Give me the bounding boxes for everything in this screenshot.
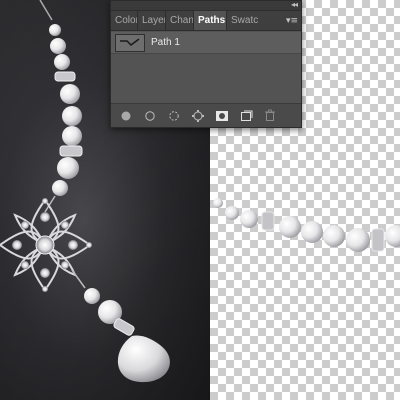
tab-channels[interactable]: Chan: [166, 11, 194, 30]
panel-menu-icon[interactable]: ▾≡: [285, 11, 299, 31]
tab-layers[interactable]: Layer: [138, 11, 166, 30]
panel-footer-toolbar: [111, 103, 301, 127]
fill-path-icon[interactable]: [114, 105, 138, 127]
path-thumbnail: [115, 33, 145, 52]
path-name-label: Path 1: [151, 37, 180, 48]
tab-color[interactable]: Color: [111, 11, 138, 30]
path-list-item[interactable]: Path 1: [111, 32, 301, 54]
path-shape-icon: [120, 37, 140, 46]
load-selection-icon[interactable]: [162, 105, 186, 127]
panel-tabs: Color Layer Chan Paths Swatc ▾≡: [111, 11, 301, 31]
make-work-path-icon[interactable]: [186, 105, 210, 127]
paths-panel: ◂◂ Color Layer Chan Paths Swatc ▾≡ Path …: [110, 0, 302, 128]
tab-paths[interactable]: Paths: [194, 11, 227, 30]
trash-icon[interactable]: [258, 105, 282, 127]
panel-title-bar[interactable]: ◂◂: [111, 0, 301, 11]
stroke-path-icon[interactable]: [138, 105, 162, 127]
new-path-icon[interactable]: [234, 105, 258, 127]
collapse-icon[interactable]: ◂◂: [291, 0, 298, 10]
add-mask-icon[interactable]: [210, 105, 234, 127]
tab-swatches[interactable]: Swatc: [227, 11, 259, 30]
